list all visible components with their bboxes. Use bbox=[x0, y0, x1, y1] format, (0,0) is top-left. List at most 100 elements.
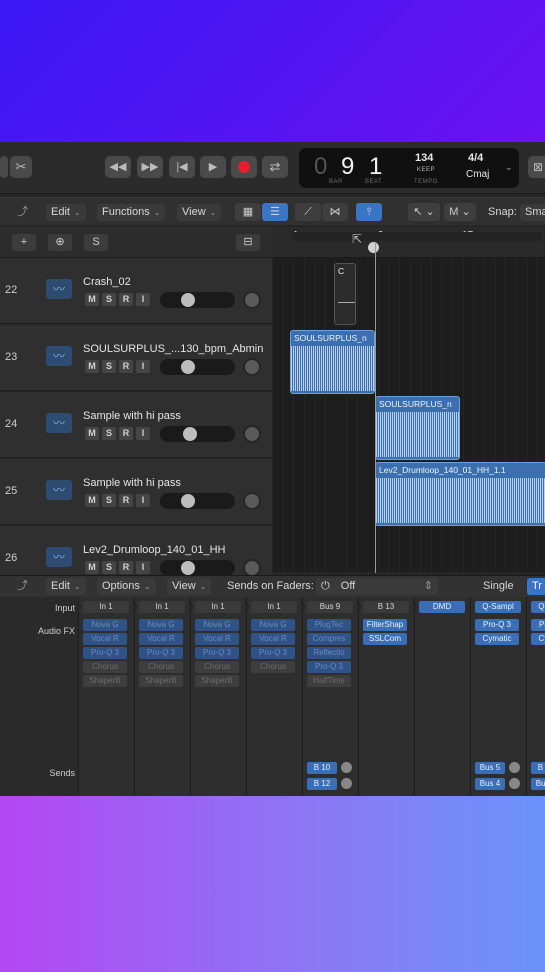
solo-button[interactable]: S bbox=[102, 360, 116, 373]
audio-fx-slot[interactable]: Vocal R bbox=[139, 633, 183, 645]
region-crash[interactable]: C bbox=[334, 263, 356, 325]
audio-fx-slot[interactable]: Pro-Q 3 bbox=[195, 647, 239, 659]
grid-view-icon[interactable]: ▦ bbox=[235, 203, 261, 221]
audio-fx-slot[interactable]: Compres bbox=[307, 633, 351, 645]
mute-button[interactable]: M bbox=[85, 427, 99, 440]
send-level-knob[interactable] bbox=[341, 762, 352, 773]
input-slot[interactable]: In 1 bbox=[195, 601, 241, 613]
track-name[interactable]: SOULSURPLUS_...130_bpm_Abmin bbox=[83, 343, 263, 355]
input-monitor-button[interactable]: I bbox=[136, 293, 150, 306]
bar-ruler[interactable]: 1 9 17 ⇱ bbox=[272, 227, 545, 258]
audio-fx-slot[interactable]: Nova G bbox=[195, 619, 239, 631]
solo-button[interactable]: S bbox=[102, 494, 116, 507]
global-tracks-icon[interactable]: ⊟ bbox=[236, 234, 260, 251]
input-slot[interactable]: DMD bbox=[419, 601, 465, 613]
audio-fx-slot[interactable]: Cymatic bbox=[475, 633, 519, 645]
back-arrow-icon[interactable]: ⤴ bbox=[12, 204, 33, 221]
audio-fx-slot[interactable]: Nova G bbox=[139, 619, 183, 631]
send-level-knob[interactable] bbox=[341, 778, 352, 789]
record-enable-button[interactable]: R bbox=[119, 494, 133, 507]
input-monitor-button[interactable]: I bbox=[136, 427, 150, 440]
input-slot[interactable]: Q-Sampl bbox=[531, 601, 545, 613]
input-monitor-button[interactable]: I bbox=[136, 360, 150, 373]
input-slot[interactable]: In 1 bbox=[139, 601, 185, 613]
mute-button[interactable]: M bbox=[85, 494, 99, 507]
solo-button[interactable]: S bbox=[102, 427, 116, 440]
track-lanes[interactable]: C SOULSURPLUS_n SOULSURPLUS_n Lev2_Druml… bbox=[272, 258, 545, 572]
flex-icon[interactable]: ⋈ bbox=[322, 203, 348, 221]
volume-slider[interactable] bbox=[160, 493, 235, 509]
track-name[interactable]: Sample with hi pass bbox=[83, 477, 181, 489]
scissors-icon[interactable]: ✂ bbox=[10, 156, 32, 178]
mixer-options-menu[interactable]: Options ⌄ bbox=[97, 578, 156, 595]
input-slot[interactable]: In 1 bbox=[251, 601, 297, 613]
audio-fx-slot[interactable]: Vocal R bbox=[83, 633, 127, 645]
send-slot[interactable]: B 10 bbox=[307, 762, 337, 774]
list-view-icon[interactable]: ☰ bbox=[262, 203, 288, 221]
input-monitor-button[interactable]: I bbox=[136, 561, 150, 574]
audio-fx-slot[interactable]: Chorus bbox=[139, 661, 183, 673]
input-slot[interactable]: In 1 bbox=[83, 601, 129, 613]
track-name[interactable]: Sample with hi pass bbox=[83, 410, 181, 422]
audio-fx-slot[interactable]: ShaperB bbox=[195, 675, 239, 687]
audio-fx-slot[interactable]: Chorus bbox=[195, 661, 239, 673]
record-button[interactable] bbox=[231, 156, 257, 178]
pointer-tool-icon[interactable]: ↖ ⌄ bbox=[408, 203, 440, 221]
audio-fx-slot[interactable]: ShaperB bbox=[83, 675, 127, 687]
track-header[interactable]: 25 〰 Sample with hi pass M S R I bbox=[0, 459, 272, 525]
input-monitor-button[interactable]: I bbox=[136, 494, 150, 507]
lcd-display[interactable]: 0 9 1 BAR BEAT 134 KEEP TEMPO 4/4 Cmaj ⌄ bbox=[299, 148, 519, 188]
tracks-tab[interactable]: Tr bbox=[527, 578, 545, 595]
solo-all-button[interactable]: S bbox=[84, 234, 108, 251]
audio-fx-slot[interactable]: Vocal R bbox=[195, 633, 239, 645]
input-slot[interactable]: Q-Sampl bbox=[475, 601, 521, 613]
mute-button[interactable]: M bbox=[85, 293, 99, 306]
cycle-range[interactable] bbox=[292, 232, 542, 241]
functions-menu[interactable]: Functions ⌄ bbox=[97, 204, 166, 221]
send-slot[interactable]: Bus 4 bbox=[531, 778, 545, 790]
audio-fx-slot[interactable]: Cymatic bbox=[531, 633, 545, 645]
automation-icon[interactable]: ⟋ bbox=[295, 203, 321, 221]
volume-slider[interactable] bbox=[160, 292, 235, 308]
record-enable-button[interactable]: R bbox=[119, 561, 133, 574]
send-slot[interactable]: B 12 bbox=[307, 778, 337, 790]
playhead-handle[interactable] bbox=[368, 242, 379, 253]
audio-fx-slot[interactable]: Pro-Q 3 bbox=[83, 647, 127, 659]
solo-button[interactable]: S bbox=[102, 293, 116, 306]
record-enable-button[interactable]: R bbox=[119, 293, 133, 306]
catch-icon[interactable]: ⫯ bbox=[356, 203, 382, 221]
input-slot[interactable]: Bus 9 bbox=[307, 601, 353, 613]
region-drumloop[interactable]: Lev2_Drumloop_140_01_HH_1.1 bbox=[375, 462, 545, 526]
mute-button[interactable]: M bbox=[85, 561, 99, 574]
audio-fx-slot[interactable]: Pro-Q 3 bbox=[531, 619, 545, 631]
audio-fx-slot[interactable]: Pro-Q 3 bbox=[251, 647, 295, 659]
volume-knob[interactable] bbox=[183, 427, 198, 441]
volume-slider[interactable] bbox=[160, 359, 235, 375]
left-edge-button[interactable] bbox=[0, 156, 8, 178]
pan-knob[interactable] bbox=[243, 358, 261, 376]
audio-fx-slot[interactable]: Vocal R bbox=[251, 633, 295, 645]
fast-forward-icon[interactable]: ▶▶ bbox=[137, 156, 163, 178]
volume-knob[interactable] bbox=[181, 561, 196, 575]
record-enable-button[interactable]: R bbox=[119, 427, 133, 440]
play-icon[interactable]: ▶ bbox=[200, 156, 226, 178]
audio-fx-slot[interactable]: FilterShap bbox=[363, 619, 407, 631]
send-slot[interactable]: Bus 4 bbox=[475, 778, 505, 790]
send-slot[interactable]: Bus 5 bbox=[475, 762, 505, 774]
audio-fx-slot[interactable]: Pro-Q 3 bbox=[307, 661, 351, 673]
volume-slider[interactable] bbox=[160, 560, 235, 576]
edit-menu[interactable]: Edit ⌄ bbox=[46, 204, 86, 221]
audio-fx-slot[interactable]: SSLCom bbox=[363, 633, 407, 645]
audio-fx-slot[interactable]: Chorus bbox=[251, 661, 295, 673]
track-header[interactable]: 23 〰 SOULSURPLUS_...130_bpm_Abmin M S R I bbox=[0, 325, 272, 391]
send-level-knob[interactable] bbox=[509, 762, 520, 773]
volume-slider[interactable] bbox=[160, 426, 235, 442]
sends-on-faders-select[interactable]: ⏻ Off ⇕ bbox=[316, 578, 438, 595]
audio-fx-slot[interactable]: Nova G bbox=[83, 619, 127, 631]
close-icon[interactable]: ⊠ bbox=[528, 156, 545, 178]
pan-knob[interactable] bbox=[243, 492, 261, 510]
region-soulsurplus-2[interactable]: SOULSURPLUS_n bbox=[375, 396, 460, 460]
volume-knob[interactable] bbox=[181, 293, 196, 307]
audio-fx-slot[interactable]: Pro-Q 3 bbox=[139, 647, 183, 659]
audio-fx-slot[interactable]: PlugTec bbox=[307, 619, 351, 631]
